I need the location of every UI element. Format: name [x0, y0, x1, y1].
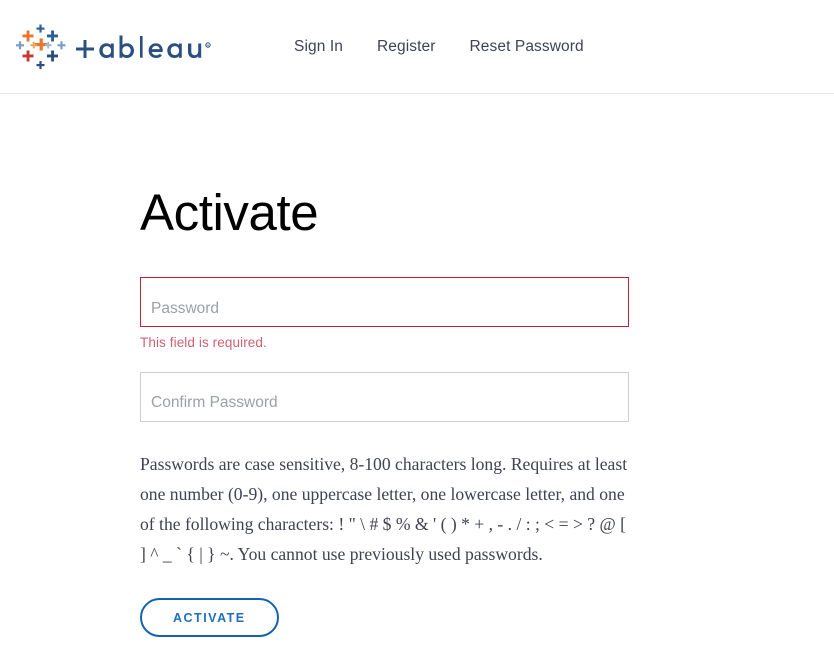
main-content: Activate This field is required. Passwor…: [0, 94, 834, 637]
activate-button[interactable]: ACTIVATE: [140, 597, 279, 637]
activate-form: This field is required. Passwords are ca…: [140, 277, 629, 637]
tableau-wordmark: R: [74, 30, 232, 64]
password-input[interactable]: [140, 277, 629, 327]
site-header: R Sign In Register Reset Password: [0, 0, 834, 94]
field-spacer: [140, 350, 629, 372]
nav-link-reset-password[interactable]: Reset Password: [470, 38, 584, 56]
svg-text:R: R: [207, 43, 210, 48]
password-field-group: This field is required.: [140, 277, 629, 350]
nav-link-sign-in[interactable]: Sign In: [294, 38, 343, 56]
confirm-password-input[interactable]: [140, 371, 629, 422]
password-error-message: This field is required.: [140, 335, 267, 350]
tableau-logo-icon: [14, 21, 68, 73]
confirm-password-field-group: [140, 371, 629, 422]
password-requirements-text: Passwords are case sensitive, 8-100 char…: [140, 453, 628, 564]
button-row: ACTIVATE: [140, 597, 629, 637]
tableau-logo-link[interactable]: R: [14, 21, 232, 73]
nav-link-register[interactable]: Register: [377, 38, 436, 56]
page-title: Activate: [140, 184, 319, 241]
primary-nav: Sign In Register Reset Password: [294, 38, 584, 56]
